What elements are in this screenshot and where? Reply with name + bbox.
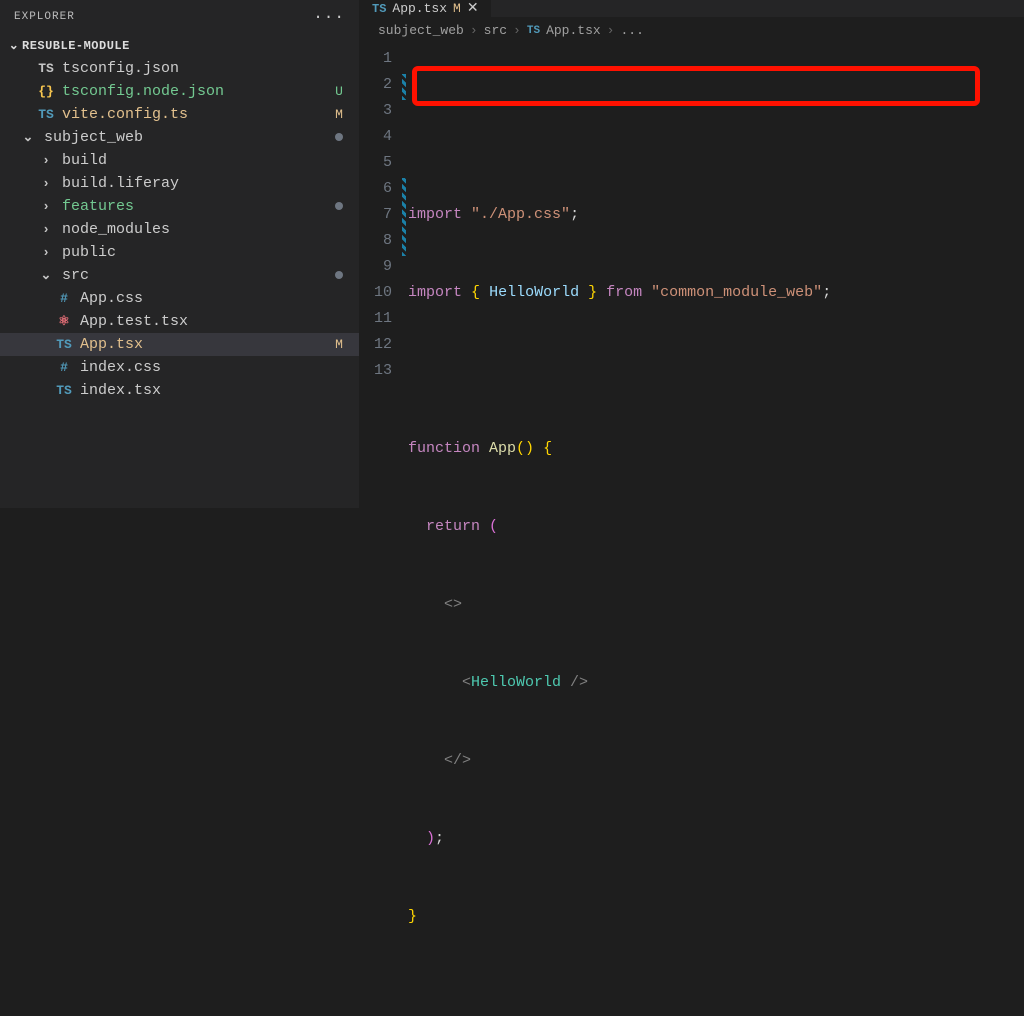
tree-item-label: features <box>62 198 329 215</box>
git-status: U <box>329 84 349 99</box>
git-status <box>329 199 349 214</box>
tree-item[interactable]: # index.css <box>0 356 359 379</box>
git-status: M <box>329 337 349 352</box>
root-label: RESUBLE-MODULE <box>22 39 130 53</box>
line-number: 6 <box>360 176 392 202</box>
file-icon: ⌄ <box>36 268 56 283</box>
more-icon[interactable]: ··· <box>313 8 345 26</box>
close-icon[interactable]: ✕ <box>467 0 479 17</box>
line-number: 11 <box>360 306 392 332</box>
tree-item[interactable]: # App.css <box>0 287 359 310</box>
tree-item-label: node_modules <box>62 221 329 238</box>
breadcrumb-part: subject_web <box>378 23 464 38</box>
tree-item[interactable]: › public <box>0 241 359 264</box>
line-gutter: 12345678910111213 <box>360 46 408 1016</box>
git-status <box>329 268 349 283</box>
tree-item-label: vite.config.ts <box>62 106 329 123</box>
file-icon: TS <box>54 337 74 352</box>
chevron-down-icon: ⌄ <box>6 38 22 53</box>
tree-item[interactable]: TS tsconfig.json <box>0 57 359 80</box>
chevron-right-icon: › <box>470 23 478 38</box>
code-editor[interactable]: 12345678910111213 import "./App.css"; im… <box>360 44 1024 1016</box>
line-number: 10 <box>360 280 392 306</box>
breadcrumb-part: src <box>484 23 507 38</box>
tree-item[interactable]: ⌄ src <box>0 264 359 287</box>
tree-item[interactable]: TS App.tsxM <box>0 333 359 356</box>
tree-item-label: App.test.tsx <box>80 313 329 330</box>
file-icon: › <box>36 199 56 214</box>
tree-item[interactable]: {} tsconfig.node.jsonU <box>0 80 359 103</box>
tree-item-label: App.tsx <box>80 336 329 353</box>
explorer-title: EXPLORER <box>14 11 75 23</box>
line-number: 2 <box>360 72 392 98</box>
file-icon: ⚛ <box>54 314 74 329</box>
explorer-sidebar: EXPLORER ··· ⌄ RESUBLE-MODULE TS tsconfig… <box>0 0 360 508</box>
tree-item[interactable]: ⌄ subject_web <box>0 126 359 149</box>
tree-item[interactable]: TS vite.config.tsM <box>0 103 359 126</box>
git-status <box>329 130 349 145</box>
file-icon: › <box>36 176 56 191</box>
line-number: 1 <box>360 46 392 72</box>
file-icon: {} <box>36 84 56 99</box>
file-icon: TS <box>54 383 74 398</box>
tree-item-label: subject_web <box>44 129 329 146</box>
tab-app-tsx[interactable]: TS App.tsx M ✕ <box>360 0 492 17</box>
editor-tabs: TS App.tsx M ✕ <box>360 0 1024 17</box>
line-number: 4 <box>360 124 392 150</box>
breadcrumb-part: App.tsx <box>546 23 601 38</box>
editor-area: TS App.tsx M ✕ subject_web › src › TS Ap… <box>360 0 1024 508</box>
tree-item[interactable]: › node_modules <box>0 218 359 241</box>
line-number: 13 <box>360 358 392 384</box>
line-number: 8 <box>360 228 392 254</box>
highlight-annotation <box>412 66 980 106</box>
root-folder[interactable]: ⌄ RESUBLE-MODULE <box>0 34 359 57</box>
file-icon: TS <box>36 107 56 122</box>
file-icon: # <box>54 360 74 375</box>
tree-item-label: build <box>62 152 329 169</box>
tree-item-label: build.liferay <box>62 175 329 192</box>
breadcrumb[interactable]: subject_web › src › TS App.tsx › ... <box>360 17 1024 44</box>
chevron-right-icon: › <box>513 23 521 38</box>
chevron-right-icon: › <box>607 23 615 38</box>
tree-item[interactable]: ⚛ App.test.tsx <box>0 310 359 333</box>
tree-item-label: App.css <box>80 290 329 307</box>
tree-item[interactable]: › build <box>0 149 359 172</box>
file-tree: TS tsconfig.json {} tsconfig.node.jsonU TS vi… <box>0 57 359 508</box>
file-icon: › <box>36 153 56 168</box>
tab-status: M <box>453 1 461 16</box>
tree-item-label: public <box>62 244 329 261</box>
file-icon: TS <box>36 61 56 76</box>
typescript-icon: TS <box>372 2 386 16</box>
tree-item[interactable]: › build.liferay <box>0 172 359 195</box>
tree-item-label: index.css <box>80 359 329 376</box>
line-number: 9 <box>360 254 392 280</box>
code-content[interactable]: import "./App.css"; import { HelloWorld … <box>408 46 1024 1016</box>
change-indicator <box>402 74 406 100</box>
explorer-header: EXPLORER ··· <box>0 0 359 34</box>
line-number: 7 <box>360 202 392 228</box>
tree-item[interactable]: › features <box>0 195 359 218</box>
git-status: M <box>329 107 349 122</box>
line-number: 5 <box>360 150 392 176</box>
file-icon: › <box>36 245 56 260</box>
tab-label: App.tsx <box>392 1 447 16</box>
file-icon: # <box>54 291 74 306</box>
tree-item-label: src <box>62 267 329 284</box>
tree-item-label: index.tsx <box>80 382 329 399</box>
line-number: 3 <box>360 98 392 124</box>
file-icon: › <box>36 222 56 237</box>
breadcrumb-more: ... <box>620 23 643 38</box>
change-indicator <box>402 178 406 256</box>
tree-item-label: tsconfig.node.json <box>62 83 329 100</box>
tree-item[interactable]: TS index.tsx <box>0 379 359 402</box>
file-icon: ⌄ <box>18 130 38 145</box>
typescript-icon: TS <box>527 25 540 37</box>
tree-item-label: tsconfig.json <box>62 60 329 77</box>
line-number: 12 <box>360 332 392 358</box>
